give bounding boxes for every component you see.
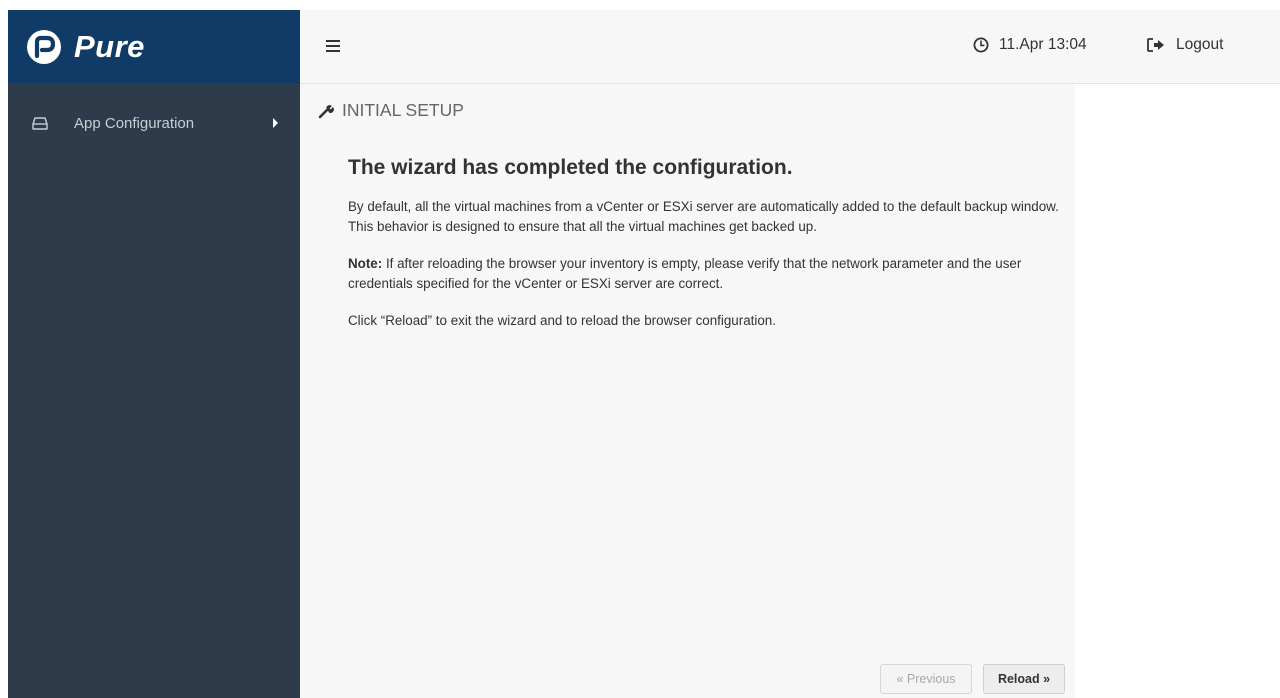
hamburger-icon[interactable]	[326, 40, 340, 52]
sidebar-item-label: App Configuration	[74, 114, 195, 132]
wizard-heading: The wizard has completed the configurati…	[348, 156, 793, 179]
top-header: 11.Apr 13:04 Logout	[300, 10, 1280, 84]
main-content: INITIAL SETUP The wizard has completed t…	[300, 84, 1075, 698]
brand-name: Pure	[74, 28, 145, 64]
pure-logo-icon	[27, 29, 61, 64]
sign-out-icon	[1147, 38, 1164, 52]
section-title: INITIAL SETUP	[318, 100, 464, 121]
logout-button[interactable]: Logout	[1146, 36, 1223, 54]
hdd-icon	[32, 116, 48, 130]
datetime-text: 11.Apr 13:04	[999, 36, 1087, 53]
clock-icon	[973, 37, 989, 53]
reload-instruction-paragraph: Click “Reload” to exit the wizard and to…	[348, 313, 776, 328]
note-text: If after reloading the browser your inve…	[348, 256, 1022, 291]
logo-bar: Pure	[8, 10, 300, 83]
datetime-display: 11.Apr 13:04	[973, 36, 1087, 54]
sidebar-item-app-configuration[interactable]: App Configuration	[8, 103, 300, 143]
section-title-text: INITIAL SETUP	[342, 100, 464, 120]
note-label: Note:	[348, 256, 383, 271]
note-paragraph: Note: If after reloading the browser you…	[348, 254, 1073, 294]
wrench-icon	[318, 104, 334, 118]
logout-label: Logout	[1176, 36, 1224, 53]
default-behavior-paragraph: By default, all the virtual machines fro…	[348, 199, 1059, 234]
reload-button[interactable]: Reload »	[983, 664, 1065, 694]
caret-right-icon	[273, 118, 278, 128]
sidebar: App Configuration	[8, 83, 300, 698]
app-frame: Pure App Configuration 11.Apr 13:04 Logo…	[8, 10, 1280, 698]
previous-button[interactable]: « Previous	[880, 664, 972, 694]
